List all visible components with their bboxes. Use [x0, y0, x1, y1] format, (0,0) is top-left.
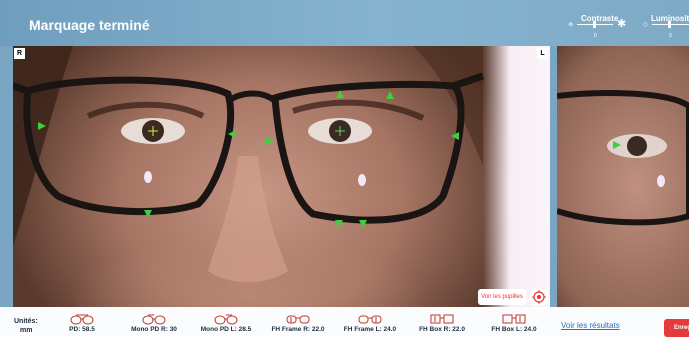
face-photo-main[interactable]: R L Voir les pupilles [13, 46, 550, 307]
contrast-slider-knob[interactable] [593, 21, 596, 28]
page-title: Marquage terminé [29, 17, 150, 33]
markup-overlay [13, 46, 485, 283]
header-bar: Marquage terminé Contraste ⋄ 0 ✱ Luminos… [0, 0, 689, 46]
measurement-pd[interactable]: PD: 58.5 [42, 313, 122, 333]
measurement-mono-pd-l[interactable]: Mono PD L: 28.5 [186, 313, 266, 333]
measurement-pd-label: PD: 58.5 [69, 326, 95, 333]
left-eye-corner-label: L [537, 48, 548, 59]
measurement-fh-box-r-label: FH Box R: 22.0 [419, 326, 465, 333]
brightness-low-icon: ○ [643, 19, 649, 29]
contrast-low-icon: ⋄ [568, 19, 574, 29]
measurement-fh-frame-r[interactable]: FH Frame R: 22.0 [258, 313, 338, 333]
fh-box-right-icon [430, 314, 454, 324]
units-value: mm [20, 327, 33, 334]
fh-frame-right-icon [286, 315, 310, 324]
face-photo-side[interactable] [557, 46, 689, 307]
target-button[interactable] [530, 289, 548, 305]
contrast-label: Contraste [581, 14, 619, 23]
contrast-high-icon: ✱ [617, 18, 627, 30]
measurement-mono-pd-r-label: Mono PD R: 30 [131, 326, 177, 333]
pd-glasses-icon [70, 314, 94, 325]
fh-frame-left-icon [358, 315, 382, 324]
view-results-link[interactable]: Voir les résultats [561, 321, 620, 330]
measurement-fh-frame-l-label: FH Frame L: 24.0 [343, 326, 397, 333]
units-label: Unités: [14, 318, 38, 325]
measurement-fh-box-l[interactable]: FH Box L: 24.0 [474, 313, 554, 333]
measurement-fh-box-r[interactable]: FH Box R: 22.0 [402, 313, 482, 333]
measurement-fh-frame-l[interactable]: FH Frame L: 24.0 [330, 313, 410, 333]
brightness-slider-knob[interactable] [668, 21, 671, 28]
measurements-bar: Unités: mm PD: 58.5 Mono PD R: 30 Mono P… [0, 307, 689, 337]
contrast-value: 0 [594, 33, 597, 39]
target-icon [532, 290, 546, 304]
units-indicator: Unités: mm [14, 317, 38, 335]
side-markup-overlay [557, 90, 689, 226]
save-button[interactable]: Enregi [664, 319, 689, 337]
show-pupils-button[interactable]: Voir les pupilles [478, 289, 526, 305]
measurement-fh-frame-r-label: FH Frame R: 22.0 [271, 326, 325, 333]
measurement-mono-pd-r[interactable]: Mono PD R: 30 [114, 313, 194, 333]
mono-pd-left-icon [214, 314, 238, 325]
mono-pd-right-icon [142, 314, 166, 325]
measurement-mono-pd-l-label: Mono PD L: 28.5 [200, 326, 252, 333]
right-eye-corner-label: R [14, 48, 25, 59]
brightness-value: 0 [669, 33, 672, 39]
fh-box-left-icon [502, 314, 526, 324]
measurement-fh-box-l-label: FH Box L: 24.0 [491, 326, 537, 333]
